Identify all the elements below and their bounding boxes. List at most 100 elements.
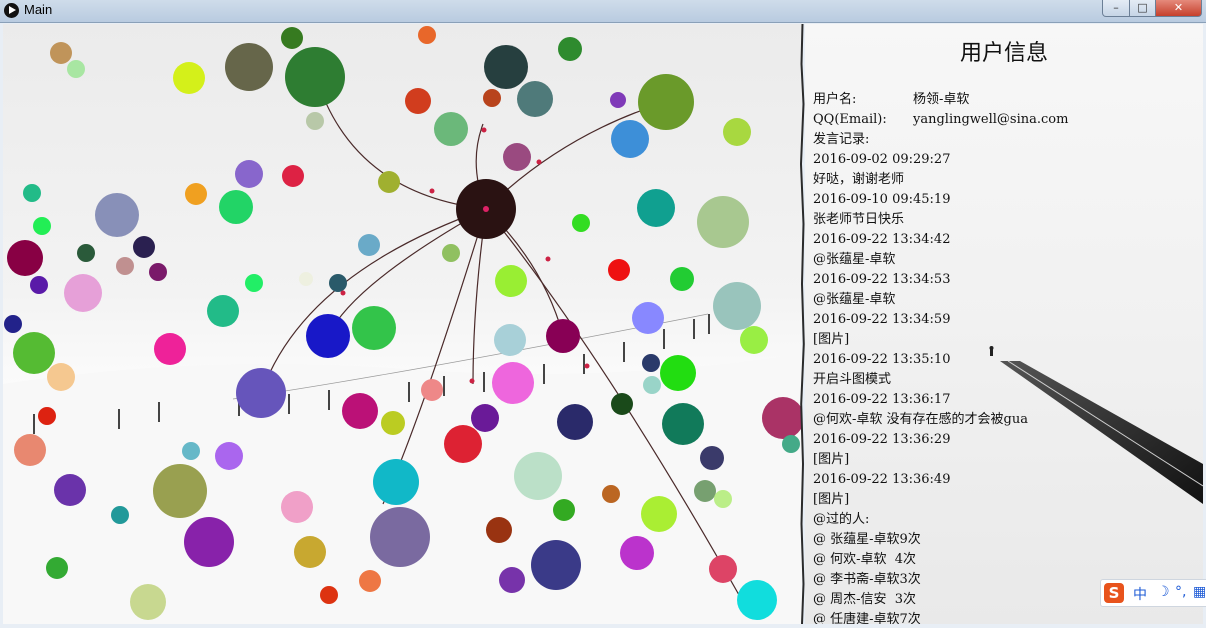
bubble-node[interactable] — [608, 259, 630, 281]
bubble-node[interactable] — [740, 326, 768, 354]
bubble-node[interactable] — [486, 517, 512, 543]
bubble-node[interactable] — [483, 89, 501, 107]
bubble-node[interactable] — [30, 276, 48, 294]
bubble-node[interactable] — [602, 485, 620, 503]
bubble-node[interactable] — [660, 355, 696, 391]
bubble-node[interactable] — [281, 27, 303, 49]
bubble-node[interactable] — [370, 507, 430, 567]
bubble-node[interactable] — [611, 120, 649, 158]
bubble-node[interactable] — [13, 332, 55, 374]
bubble-node[interactable] — [173, 62, 205, 94]
bubble-node[interactable] — [514, 452, 562, 500]
bubble-node[interactable] — [642, 354, 660, 372]
close-button[interactable]: ✕ — [1155, 0, 1202, 17]
bubble-node[interactable] — [281, 491, 313, 523]
minimize-button[interactable]: – — [1102, 0, 1130, 17]
bubble-node[interactable] — [294, 536, 326, 568]
bubble-node[interactable] — [130, 584, 166, 620]
bubble-node[interactable] — [185, 183, 207, 205]
bubble-node[interactable] — [494, 324, 526, 356]
bubble-node[interactable] — [329, 274, 347, 292]
bubble-node[interactable] — [215, 442, 243, 470]
bubble-node[interactable] — [47, 363, 75, 391]
bubble-node[interactable] — [67, 60, 85, 78]
bubble-node[interactable] — [632, 302, 664, 334]
bubble-node[interactable] — [442, 244, 460, 262]
bubble-node[interactable] — [611, 393, 633, 415]
bubble-node[interactable] — [245, 274, 263, 292]
bubble-node[interactable] — [33, 217, 51, 235]
bubble-node[interactable] — [95, 193, 139, 237]
bubble-node[interactable] — [641, 496, 677, 532]
bubble-node[interactable] — [50, 42, 72, 64]
bubble-node[interactable] — [499, 567, 525, 593]
bubble-node[interactable] — [713, 282, 761, 330]
bubble-node[interactable] — [782, 435, 800, 453]
bubble-node[interactable] — [558, 37, 582, 61]
bubble-node[interactable] — [531, 540, 581, 590]
bubble-node[interactable] — [14, 434, 46, 466]
bubble-node[interactable] — [670, 267, 694, 291]
bubble-node[interactable] — [503, 143, 531, 171]
bubble-node[interactable] — [236, 368, 286, 418]
bubble-node[interactable] — [320, 586, 338, 604]
bubble-node[interactable] — [373, 459, 419, 505]
bubble-node[interactable] — [723, 118, 751, 146]
bubble-node[interactable] — [697, 196, 749, 248]
bubble-node[interactable] — [184, 517, 234, 567]
grid-icon[interactable]: ▦ — [1193, 584, 1206, 600]
bubble-node[interactable] — [154, 333, 186, 365]
bubble-node[interactable] — [77, 244, 95, 262]
bubble-node[interactable] — [471, 404, 499, 432]
bubble-node[interactable] — [38, 407, 56, 425]
bubble-node[interactable] — [116, 257, 134, 275]
bubble-node[interactable] — [306, 314, 350, 358]
bubble-node[interactable] — [700, 446, 724, 470]
bubble-node[interactable] — [714, 490, 732, 508]
bubble-node[interactable] — [359, 570, 381, 592]
punctuation-icon[interactable]: °, — [1175, 584, 1186, 600]
bubble-node[interactable] — [306, 112, 324, 130]
ime-toolbar[interactable]: S 中 ☽ °, ▦ — [1100, 579, 1206, 607]
bubble-node[interactable] — [378, 171, 400, 193]
bubble-node[interactable] — [434, 112, 468, 146]
bubble-node[interactable] — [219, 190, 253, 224]
bubble-graph-canvas[interactable] — [3, 24, 802, 624]
bubble-node[interactable] — [517, 81, 553, 117]
bubble-node[interactable] — [492, 362, 534, 404]
bubble-node[interactable] — [405, 88, 431, 114]
bubble-node[interactable] — [182, 442, 200, 460]
bubble-node[interactable] — [358, 234, 380, 256]
bubble-node[interactable] — [225, 43, 273, 91]
bubble-node[interactable] — [381, 411, 405, 435]
bubble-node[interactable] — [418, 26, 436, 44]
bubble-node[interactable] — [282, 165, 304, 187]
bubble-node[interactable] — [737, 580, 777, 620]
bubble-node[interactable] — [54, 474, 86, 506]
bubble-node[interactable] — [643, 376, 661, 394]
bubble-node[interactable] — [638, 74, 694, 130]
app-icon[interactable] — [4, 3, 19, 18]
bubble-node[interactable] — [149, 263, 167, 281]
bubble-node[interactable] — [7, 240, 43, 276]
bubble-node[interactable] — [484, 45, 528, 89]
bubble-node[interactable] — [553, 499, 575, 521]
bubble-node[interactable] — [285, 47, 345, 107]
mentioned-user[interactable]: @ 任唐建-卓软7次 — [813, 610, 1203, 624]
bubble-node[interactable] — [64, 274, 102, 312]
bubble-node[interactable] — [421, 379, 443, 401]
bubble-node[interactable] — [299, 272, 313, 286]
maximize-button[interactable]: □ — [1129, 0, 1156, 17]
bubble-node[interactable] — [444, 425, 482, 463]
bubble-node[interactable] — [709, 555, 737, 583]
bubble-node[interactable] — [207, 295, 239, 327]
ime-mode-chinese[interactable]: 中 — [1133, 584, 1147, 604]
bubble-node[interactable] — [352, 306, 396, 350]
bubble-node[interactable] — [546, 319, 580, 353]
bubble-node[interactable] — [662, 403, 704, 445]
bubble-node[interactable] — [133, 236, 155, 258]
bubble-node[interactable] — [153, 464, 207, 518]
sogou-logo-icon[interactable]: S — [1104, 583, 1124, 603]
bubble-node[interactable] — [694, 480, 716, 502]
bubble-node[interactable] — [572, 214, 590, 232]
